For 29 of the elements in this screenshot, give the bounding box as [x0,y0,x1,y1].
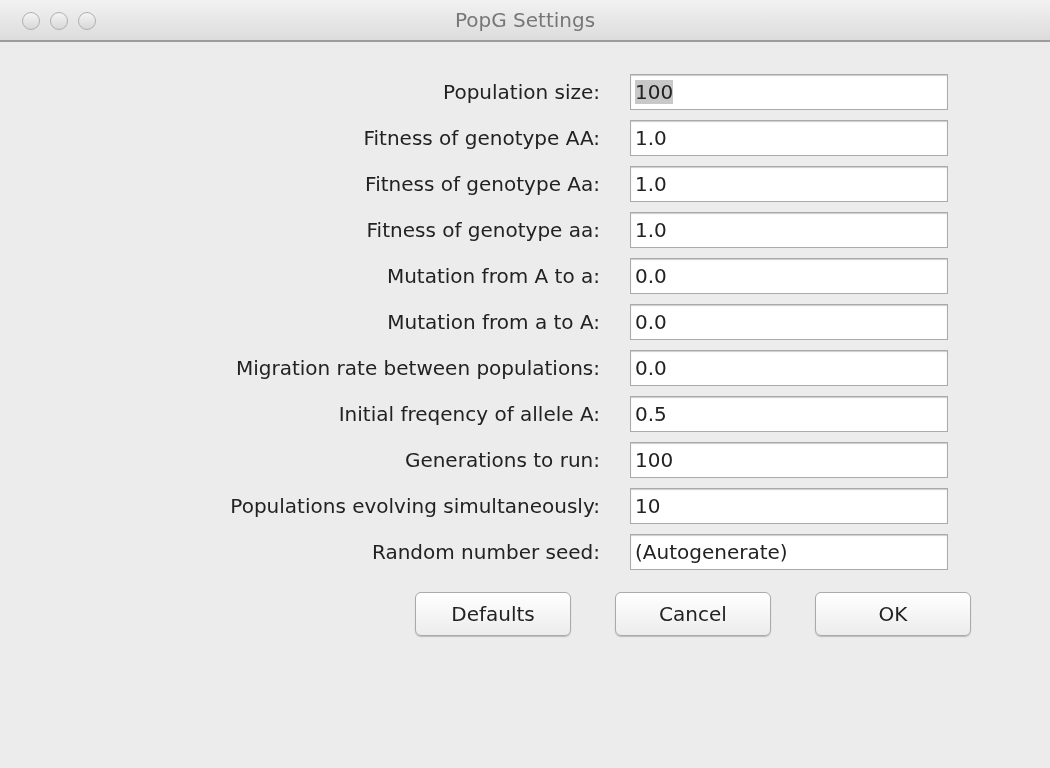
input-field[interactable]: 1.0 [630,120,948,156]
input-field[interactable]: 0.0 [630,304,948,340]
dialog-button[interactable]: Cancel [615,592,771,636]
input-field[interactable]: 100 [630,442,948,478]
input-field[interactable]: 100 [630,74,948,110]
dialog-button[interactable]: Defaults [415,592,571,636]
field-label: Mutation from a to A: [386,310,601,334]
dialog-button[interactable]: OK [815,592,971,636]
window-title: PopG Settings [454,8,596,32]
input-field[interactable]: 0.5 [630,396,948,432]
field-label: Migration rate between populations: [234,356,601,380]
field-label: Fitness of genotype aa: [365,218,601,242]
input-field[interactable]: 10 [630,488,948,524]
field-label: Populations evolving simultaneously: [229,494,601,518]
input-field[interactable]: 0.0 [630,258,948,294]
window-control-icon[interactable] [22,12,40,30]
input-field[interactable]: 0.0 [630,350,948,386]
field-label: Fitness of genotype Aa: [364,172,601,196]
input-field[interactable]: (Autogenerate) [630,534,948,570]
field-label: Mutation from A to a: [385,264,601,288]
input-field[interactable]: 1.0 [630,166,948,202]
field-label: Random number seed: [370,540,601,564]
field-label: Initial freqency of allele A: [337,402,601,426]
input-field[interactable]: 1.0 [630,212,948,248]
field-label: Fitness of genotype AA: [362,126,601,150]
field-label: Population size: [442,80,601,104]
window-control-icon[interactable] [78,12,96,30]
field-label: Generations to run: [403,448,601,472]
window-control-icon[interactable] [50,12,68,30]
